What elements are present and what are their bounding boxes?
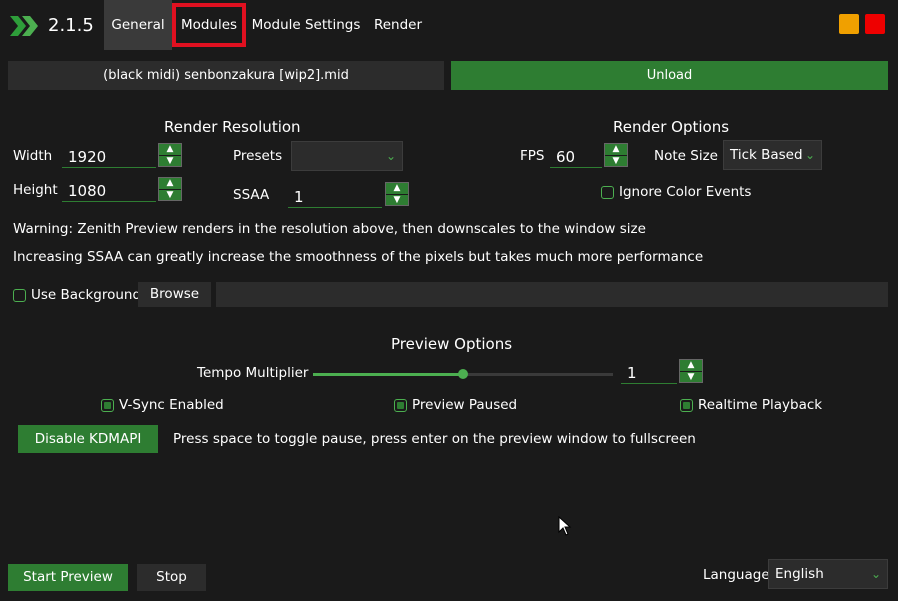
chevron-down-icon[interactable]: ▼: [680, 372, 702, 383]
disable-kdmapi-button[interactable]: Disable KDMAPI: [18, 425, 158, 453]
fps-stepper[interactable]: ▲ ▼: [604, 143, 628, 167]
width-input[interactable]: 1920: [62, 146, 156, 168]
note-size-label: Note Size: [654, 148, 718, 164]
chevron-down-icon: ⌄: [804, 148, 815, 162]
ssaa-label: SSAA: [233, 187, 270, 203]
tempo-multiplier-label: Tempo Multiplier: [197, 365, 309, 381]
language-value: English: [775, 566, 824, 582]
chevron-down-icon: ⌄: [870, 567, 881, 581]
height-input[interactable]: 1080: [62, 180, 156, 202]
ignore-color-events-label: Ignore Color Events: [619, 184, 752, 200]
width-stepper[interactable]: ▲ ▼: [158, 143, 182, 167]
chevron-up-icon[interactable]: ▲: [680, 360, 702, 372]
tab-modules[interactable]: Modules: [172, 3, 246, 47]
chevron-down-icon[interactable]: ▼: [605, 156, 627, 167]
minimize-button[interactable]: [839, 14, 859, 34]
close-button[interactable]: [865, 14, 885, 34]
browse-button[interactable]: Browse: [138, 282, 211, 307]
chevron-up-icon[interactable]: ▲: [159, 144, 181, 156]
use-background-checkbox[interactable]: [13, 289, 26, 302]
chevron-up-icon[interactable]: ▲: [605, 144, 627, 156]
mouse-cursor-icon: [558, 516, 572, 536]
fps-input[interactable]: 60: [550, 146, 602, 168]
version-label: 2.1.5: [48, 15, 94, 36]
unload-button[interactable]: Unload: [451, 61, 888, 90]
chevron-down-icon[interactable]: ▼: [386, 195, 408, 206]
realtime-playback-checkbox[interactable]: [680, 399, 693, 412]
fps-label: FPS: [520, 148, 545, 164]
language-dropdown[interactable]: English ⌄: [768, 559, 888, 589]
note-size-dropdown[interactable]: Tick Based ⌄: [723, 140, 822, 170]
tab-general[interactable]: General: [104, 0, 172, 50]
width-label: Width: [13, 148, 53, 164]
tempo-slider-thumb[interactable]: [458, 369, 468, 379]
tab-render[interactable]: Render: [368, 0, 428, 50]
chevron-down-icon[interactable]: ▼: [159, 190, 181, 201]
presets-dropdown[interactable]: ⌄: [291, 141, 403, 171]
height-label: Height: [13, 182, 58, 198]
title-bar: 2.1.5 General Modules Module Settings Re…: [0, 0, 898, 52]
tempo-stepper[interactable]: ▲ ▼: [679, 359, 703, 383]
ssaa-info-text: Increasing SSAA can greatly increase the…: [13, 249, 704, 265]
preview-paused-checkbox[interactable]: [394, 399, 407, 412]
background-path-input[interactable]: [216, 282, 888, 307]
ssaa-input[interactable]: 1: [288, 186, 382, 208]
ignore-color-events-checkbox[interactable]: [601, 186, 614, 199]
midi-file-name: (black midi) senbonzakura [wip2].mid: [8, 61, 444, 90]
tab-module-settings[interactable]: Module Settings: [250, 0, 362, 50]
tempo-input[interactable]: 1: [621, 362, 677, 384]
preview-hint-text: Press space to toggle pause, press enter…: [173, 431, 696, 447]
use-background-label: Use Background: [31, 287, 142, 303]
start-preview-button[interactable]: Start Preview: [8, 564, 128, 591]
stop-button[interactable]: Stop: [137, 564, 206, 591]
zenith-logo-icon: [10, 16, 38, 36]
ssaa-stepper[interactable]: ▲ ▼: [385, 182, 409, 206]
presets-label: Presets: [233, 148, 283, 164]
chevron-down-icon: ⌄: [385, 149, 396, 163]
height-stepper[interactable]: ▲ ▼: [158, 177, 182, 201]
chevron-up-icon[interactable]: ▲: [386, 183, 408, 195]
render-options-title: Render Options: [613, 118, 730, 136]
preview-options-title: Preview Options: [391, 335, 513, 353]
realtime-playback-label: Realtime Playback: [698, 397, 823, 413]
chevron-up-icon[interactable]: ▲: [159, 178, 181, 190]
vsync-checkbox[interactable]: [101, 399, 114, 412]
preview-paused-label: Preview Paused: [412, 397, 518, 413]
language-label: Language: [703, 567, 770, 583]
render-resolution-title: Render Resolution: [164, 118, 301, 136]
chevron-down-icon[interactable]: ▼: [159, 156, 181, 167]
warning-text: Warning: Zenith Preview renders in the r…: [13, 221, 646, 237]
vsync-label: V-Sync Enabled: [119, 397, 224, 413]
note-size-value: Tick Based: [730, 147, 803, 163]
tempo-slider-fill: [313, 373, 463, 376]
